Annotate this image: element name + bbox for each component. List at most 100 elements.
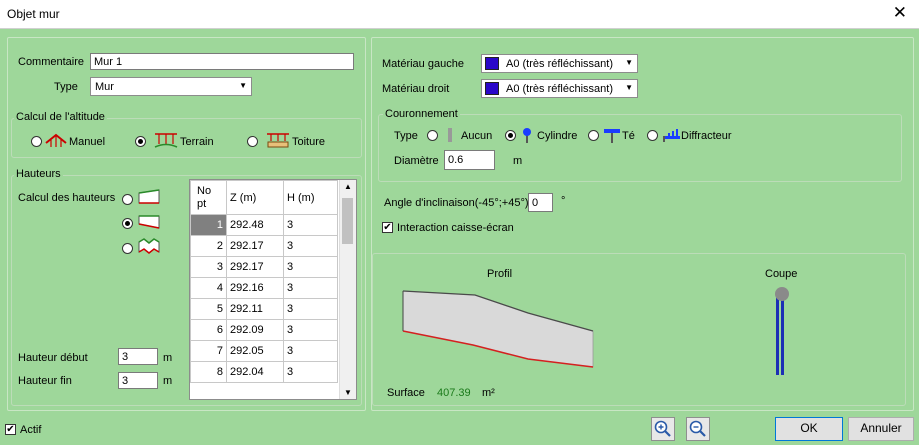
surface-value: 407.39 — [437, 387, 471, 399]
z-cell[interactable]: 292.04 — [226, 361, 284, 383]
altitude-legend: Calcul de l'altitude — [14, 111, 107, 123]
col-h-header: H (m) — [283, 180, 338, 215]
none-crown-icon — [448, 128, 452, 142]
cancel-button[interactable]: Annuler — [848, 417, 914, 441]
point-no-cell[interactable]: 8 — [190, 361, 227, 383]
diffractor-crown-icon — [663, 129, 680, 142]
altitude-roof-radio[interactable] — [247, 136, 258, 147]
diameter-label: Diamètre — [394, 155, 439, 167]
crown-tee-label: Té — [622, 130, 635, 142]
right-material-label: Matériau droit — [382, 83, 450, 95]
table-row[interactable]: 4 292.16 3 — [190, 277, 338, 299]
profile-label: Profil — [487, 268, 513, 280]
h-cell[interactable]: 3 — [283, 235, 338, 257]
scroll-down-icon[interactable]: ▼ — [344, 388, 352, 397]
start-height-input[interactable] — [118, 348, 158, 365]
crown-type-label: Type — [394, 130, 418, 142]
section-label: Coupe — [765, 268, 798, 280]
constant-height-icon — [138, 189, 160, 204]
altitude-roof-label: Toiture — [292, 136, 326, 148]
comment-input[interactable] — [90, 53, 354, 70]
h-cell[interactable]: 3 — [283, 214, 338, 236]
table-row[interactable]: 3 292.17 3 — [190, 256, 338, 278]
heights-mode-3-radio[interactable] — [122, 243, 133, 254]
heights-mode-2-radio[interactable] — [122, 218, 133, 229]
altitude-terrain-radio[interactable] — [135, 136, 146, 147]
col-no-header-line1: No — [197, 184, 212, 197]
right-material-swatch — [485, 82, 499, 95]
z-cell[interactable]: 292.16 — [226, 277, 284, 299]
point-no-cell[interactable]: 5 — [190, 298, 227, 320]
scroll-up-icon[interactable]: ▲ — [344, 182, 352, 191]
crown-diffractor-radio[interactable] — [647, 130, 658, 141]
diameter-input[interactable] — [444, 150, 495, 170]
h-cell[interactable]: 3 — [283, 256, 338, 278]
h-cell[interactable]: 3 — [283, 340, 338, 362]
diameter-unit: m — [513, 155, 523, 167]
altitude-terrain-label: Terrain — [180, 136, 214, 148]
linear-height-icon — [138, 215, 160, 229]
point-no-cell[interactable]: 7 — [190, 340, 227, 362]
z-cell[interactable]: 292.48 — [226, 214, 284, 236]
table-row[interactable]: 6 292.09 3 — [190, 319, 338, 341]
tee-crown-icon — [604, 129, 620, 143]
left-material-select[interactable]: A0 (très réfléchissant) ▼ — [481, 54, 638, 73]
z-cell[interactable]: 292.05 — [226, 340, 284, 362]
right-material-select[interactable]: A0 (très réfléchissant) ▼ — [481, 79, 638, 98]
crown-group — [378, 114, 902, 182]
zoom-in-icon — [654, 420, 671, 437]
angle-input[interactable] — [528, 193, 553, 212]
point-no-cell[interactable]: 3 — [190, 256, 227, 278]
z-cell[interactable]: 292.09 — [226, 319, 284, 341]
crown-cylinder-label: Cylindre — [537, 130, 578, 142]
points-table-container: No pt Z (m) H (m) 1 292.48 3 2 292.17 3 3 292.17… — [189, 179, 357, 400]
h-cell[interactable]: 3 — [283, 298, 338, 320]
type-label: Type — [54, 81, 78, 93]
close-icon[interactable]: ✕ — [893, 3, 907, 23]
table-scrollbar[interactable]: ▲ ▼ — [339, 180, 356, 399]
crown-tee-radio[interactable] — [588, 130, 599, 141]
points-table: No pt Z (m) H (m) 1 292.48 3 2 292.17 3 3 292.17… — [190, 180, 338, 383]
title-bar: Objet mur ✕ — [0, 0, 919, 29]
scroll-thumb[interactable] — [342, 198, 353, 244]
point-no-cell[interactable]: 2 — [190, 235, 227, 257]
col-no-header: No pt — [190, 180, 227, 215]
table-row[interactable]: 8 292.04 3 — [190, 361, 338, 383]
profile-preview-graphic — [402, 290, 594, 368]
manual-altitude-icon — [45, 133, 67, 147]
heights-calc-label: Calcul des hauteurs — [18, 192, 116, 204]
variable-height-icon — [138, 238, 160, 254]
table-row[interactable]: 7 292.05 3 — [190, 340, 338, 362]
zoom-out-icon — [689, 420, 706, 437]
z-cell[interactable]: 292.11 — [226, 298, 284, 320]
chevron-down-icon: ▼ — [239, 81, 247, 90]
h-cell[interactable]: 3 — [283, 277, 338, 299]
crown-cylinder-radio[interactable] — [505, 130, 516, 141]
altitude-manual-radio[interactable] — [31, 136, 42, 147]
z-cell[interactable]: 292.17 — [226, 256, 284, 278]
table-row[interactable]: 5 292.11 3 — [190, 298, 338, 320]
table-row[interactable]: 1 292.48 3 — [190, 214, 338, 236]
zoom-in-button[interactable] — [651, 417, 675, 441]
h-cell[interactable]: 3 — [283, 361, 338, 383]
point-no-cell[interactable]: 6 — [190, 319, 227, 341]
active-checkbox[interactable]: ✔ — [5, 424, 16, 435]
cylinder-crown-icon — [523, 128, 531, 143]
table-row[interactable]: 2 292.17 3 — [190, 235, 338, 257]
angle-unit: ° — [561, 195, 566, 207]
chevron-down-icon: ▼ — [625, 58, 633, 67]
heights-mode-1-radio[interactable] — [122, 194, 133, 205]
h-cell[interactable]: 3 — [283, 319, 338, 341]
interaction-checkbox[interactable]: ✔ — [382, 222, 393, 233]
point-no-cell[interactable]: 4 — [190, 277, 227, 299]
point-no-cell[interactable]: 1 — [190, 214, 227, 236]
z-cell[interactable]: 292.17 — [226, 235, 284, 257]
right-material-value: A0 (très réfléchissant) — [506, 83, 613, 95]
type-select[interactable]: Mur ▼ — [90, 77, 252, 96]
section-preview-graphic — [775, 287, 789, 375]
end-height-input[interactable] — [118, 372, 158, 389]
ok-button[interactable]: OK — [775, 417, 843, 441]
crown-legend: Couronnement — [383, 108, 460, 120]
zoom-out-button[interactable] — [686, 417, 710, 441]
crown-none-radio[interactable] — [427, 130, 438, 141]
